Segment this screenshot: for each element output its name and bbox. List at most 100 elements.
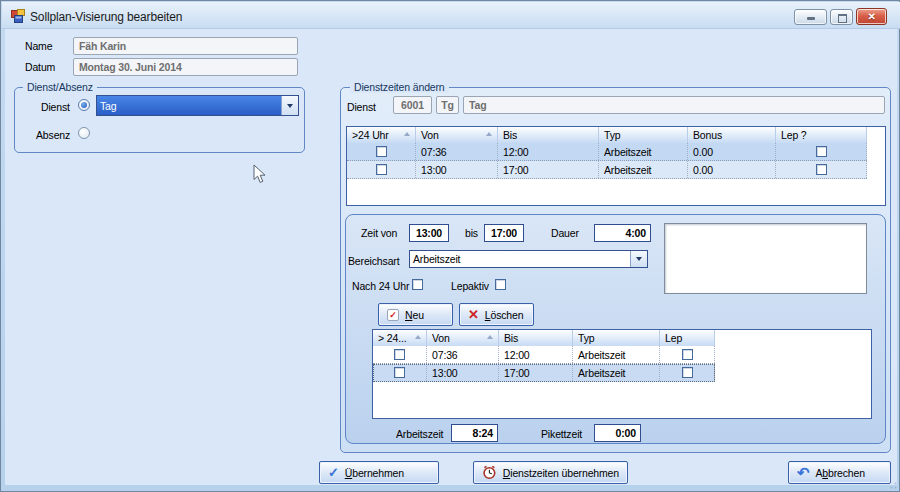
bereichsart-label: Bereichsart bbox=[348, 255, 399, 268]
arbeitszeit-field[interactable]: 8:24 bbox=[451, 424, 498, 442]
col-typ[interactable]: Typ bbox=[599, 127, 688, 143]
checkbox[interactable] bbox=[394, 349, 405, 360]
maximize-button[interactable] bbox=[830, 9, 853, 25]
dienst-combo-dropdown-icon[interactable] bbox=[281, 96, 298, 115]
datum-field[interactable]: Montag 30. Juni 2014 bbox=[73, 58, 298, 76]
nach24-checkbox[interactable] bbox=[412, 279, 423, 290]
table-row[interactable]: 13:00 17:00 Arbeitszeit 0.00 bbox=[347, 161, 867, 179]
bereichsart-combo-dropdown-icon[interactable] bbox=[630, 251, 647, 267]
check-icon: ✓ bbox=[328, 466, 339, 479]
dienst-short-field[interactable]: Tg bbox=[436, 96, 459, 114]
checkbox[interactable] bbox=[816, 146, 827, 157]
von-cell: 13:00 bbox=[416, 161, 498, 178]
table-row[interactable]: 07:36 12:00 Arbeitszeit bbox=[373, 346, 715, 364]
delete-icon: ✕ bbox=[468, 308, 479, 321]
typ-cell: Arbeitszeit bbox=[573, 346, 660, 363]
dienst-combo-value: Tag bbox=[97, 96, 281, 115]
row-24-cell bbox=[373, 346, 427, 363]
bereichsart-combo-value: Arbeitszeit bbox=[410, 251, 630, 267]
dienstzeiten-table: >24 Uhr Von Bis Typ Bonus Lep ? 07:36 12… bbox=[346, 126, 886, 206]
typ-cell: Arbeitszeit bbox=[599, 161, 688, 178]
neu-button[interactable]: ✓ Neu bbox=[378, 303, 453, 326]
dienst-radio[interactable] bbox=[78, 99, 90, 111]
dauer-label: Dauer bbox=[551, 227, 579, 240]
bis-label: bis bbox=[465, 227, 478, 240]
title-bar: Sollplan-Visierung bearbeiten bbox=[2, 2, 900, 29]
sort-asc-icon bbox=[415, 335, 421, 339]
checkbox[interactable] bbox=[682, 367, 693, 378]
bonus-cell: 0.00 bbox=[688, 161, 776, 178]
col-filler bbox=[715, 330, 871, 346]
bis-cell: 17:00 bbox=[499, 364, 573, 381]
dienst-absenz-group-label: Dienst/Absenz bbox=[23, 81, 97, 93]
table-row-selected[interactable]: 13:00 17:00 Arbeitszeit bbox=[373, 364, 715, 382]
info-listbox[interactable] bbox=[664, 223, 867, 294]
checkbox[interactable] bbox=[376, 146, 387, 157]
absenz-radio[interactable] bbox=[78, 127, 90, 139]
dienst-name-field[interactable]: Tag bbox=[463, 96, 885, 114]
dialog-window: Sollplan-Visierung bearbeiten Name Fäh K… bbox=[0, 0, 900, 492]
lepaktiv-label: Lepaktiv bbox=[451, 280, 489, 293]
von-cell: 07:36 bbox=[416, 143, 498, 160]
lep-cell bbox=[776, 143, 867, 160]
col-filler bbox=[867, 127, 885, 143]
dialog-client-area: Name Fäh Karin Datum Montag 30. Juni 201… bbox=[5, 29, 897, 485]
checkbox[interactable] bbox=[682, 349, 693, 360]
bereichsart-combo[interactable]: Arbeitszeit bbox=[409, 250, 648, 268]
col-von[interactable]: Von bbox=[427, 330, 499, 346]
abbrechen-button[interactable]: ↶ Abbrechen bbox=[788, 461, 891, 484]
row-24-cell bbox=[373, 364, 427, 381]
undo-icon: ↶ bbox=[797, 465, 809, 480]
uebernehmen-button[interactable]: ✓ Übernehmen bbox=[319, 461, 439, 484]
dienst-radio-label: Dienst bbox=[41, 101, 70, 114]
col-lep[interactable]: Lep bbox=[660, 330, 715, 346]
col-24[interactable]: > 24... bbox=[373, 330, 427, 346]
typ-cell: Arbeitszeit bbox=[599, 143, 688, 160]
editor-table-header: > 24... Von Bis Typ Lep bbox=[373, 330, 871, 346]
window-title: Sollplan-Visierung bearbeiten bbox=[30, 10, 182, 24]
col-lep[interactable]: Lep ? bbox=[776, 127, 867, 143]
dienstzeiten-group-label: Dienstzeiten ändern bbox=[350, 81, 449, 93]
col-24uhr[interactable]: >24 Uhr bbox=[347, 127, 416, 143]
zeit-von-label: Zeit von bbox=[361, 227, 397, 240]
lep-cell bbox=[776, 161, 867, 178]
pikettzeit-field[interactable]: 0:00 bbox=[594, 424, 641, 442]
col-bonus[interactable]: Bonus bbox=[688, 127, 776, 143]
bis-cell: 12:00 bbox=[499, 346, 573, 363]
pikettzeit-label: Pikettzeit bbox=[541, 428, 582, 441]
resize-grip[interactable] bbox=[887, 479, 897, 489]
bis-cell: 12:00 bbox=[498, 143, 599, 160]
dienstzeiten-table-header: >24 Uhr Von Bis Typ Bonus Lep ? bbox=[347, 127, 885, 143]
checkbox[interactable] bbox=[816, 164, 827, 175]
dienst-combo[interactable]: Tag bbox=[96, 95, 299, 116]
loeschen-button[interactable]: ✕ Löschen bbox=[459, 303, 534, 326]
name-label: Name bbox=[25, 40, 52, 53]
col-typ[interactable]: Typ bbox=[573, 330, 660, 346]
col-bis[interactable]: Bis bbox=[498, 127, 599, 143]
dienst-code-field[interactable]: 6001 bbox=[393, 96, 432, 114]
zeit-von-input[interactable]: 13:00 bbox=[409, 224, 449, 242]
col-von[interactable]: Von bbox=[416, 127, 498, 143]
datum-label: Datum bbox=[25, 61, 55, 74]
name-field[interactable]: Fäh Karin bbox=[73, 37, 298, 55]
editor-table: > 24... Von Bis Typ Lep 07:36 12:00 Arbe… bbox=[372, 329, 872, 419]
checkbox[interactable] bbox=[394, 367, 405, 378]
close-button[interactable] bbox=[856, 8, 887, 25]
absenz-radio-label: Absenz bbox=[36, 129, 70, 142]
von-cell: 07:36 bbox=[427, 346, 499, 363]
von-cell: 13:00 bbox=[427, 364, 499, 381]
sort-asc-icon bbox=[486, 132, 492, 136]
bis-input[interactable]: 17:00 bbox=[484, 224, 524, 242]
checkbox[interactable] bbox=[376, 164, 387, 175]
col-bis[interactable]: Bis bbox=[499, 330, 573, 346]
row-24uhr-cell bbox=[347, 143, 416, 160]
table-row[interactable]: 07:36 12:00 Arbeitszeit 0.00 bbox=[347, 143, 867, 161]
typ-cell: Arbeitszeit bbox=[573, 364, 660, 381]
dauer-input[interactable]: 4:00 bbox=[594, 224, 651, 242]
dienstzeiten-uebernehmen-button[interactable]: Dienstzeiten übernehmen bbox=[473, 461, 628, 484]
minimize-button[interactable] bbox=[794, 9, 827, 25]
lepaktiv-checkbox[interactable] bbox=[495, 279, 506, 290]
bis-cell: 17:00 bbox=[498, 161, 599, 178]
new-entry-icon: ✓ bbox=[387, 309, 399, 321]
sort-asc-icon bbox=[487, 335, 493, 339]
